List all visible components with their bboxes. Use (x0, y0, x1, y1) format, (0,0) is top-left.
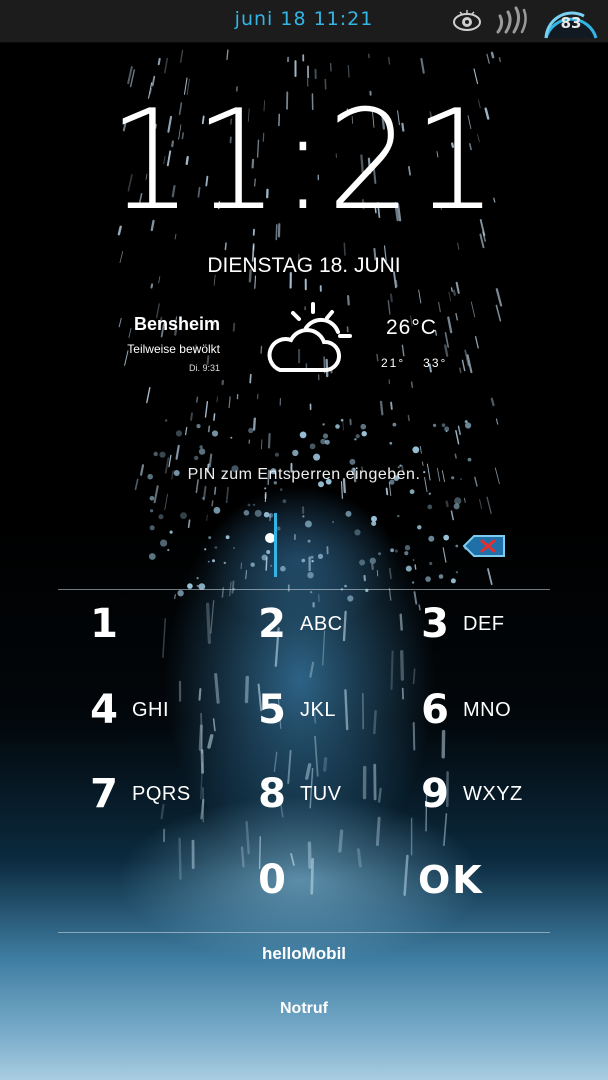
key-digit: 0 (258, 857, 286, 903)
carrier-name: helloMobil (261, 944, 347, 963)
weather-temp-high: 33° (423, 356, 448, 370)
key-digit: 8 (258, 771, 286, 817)
key-letters: GHI (132, 698, 170, 721)
signal-strength-icon (496, 6, 527, 34)
weather-updated-time: Di. 9:31 (188, 363, 220, 373)
pin-cursor (274, 513, 277, 577)
ok-button[interactable]: OK (418, 850, 484, 910)
emergency-call-button[interactable]: Notruf (244, 1000, 364, 1018)
key-digit: 1 (90, 601, 118, 647)
keypad-divider-top (58, 589, 550, 590)
pin-prompt: PIN zum Entsperren eingeben. (187, 466, 421, 483)
keypad-key-2[interactable]: 2 ABC (252, 594, 343, 654)
key-letters: WXYZ (463, 782, 523, 805)
keypad-key-0[interactable]: 0 (252, 850, 292, 910)
backspace-icon[interactable] (462, 533, 506, 559)
partly-cloudy-icon (267, 302, 352, 372)
weather-temperature: 26°C (386, 316, 437, 339)
keypad-key-3[interactable]: 3 DEF (415, 594, 505, 654)
lockscreen-date: DIENSTAG 18. JUNI (207, 254, 401, 277)
key-digit: 3 (421, 601, 449, 647)
weather-city: Bensheim (133, 314, 220, 334)
key-digit: 5 (258, 687, 286, 733)
keypad-key-8[interactable]: 8 TUV (252, 764, 342, 824)
keypad-key-1[interactable]: 1 (84, 594, 132, 654)
keypad-divider-bottom (58, 932, 550, 933)
keypad-key-9[interactable]: 9 WXYZ (415, 764, 523, 824)
ok-button-label: OK (418, 858, 484, 902)
key-letters: MNO (463, 698, 512, 721)
keypad-key-7[interactable]: 7 PQRS (84, 764, 191, 824)
keypad-key-5[interactable]: 5 JKL (252, 680, 336, 740)
eye-icon (453, 10, 481, 31)
key-digit: 7 (90, 771, 118, 817)
weather-condition: Teilweise bewölkt (127, 342, 220, 356)
key-letters: ABC (300, 612, 343, 635)
weather-temperature-range: 21° 33° (381, 356, 447, 370)
keypad-key-4[interactable]: 4 GHI (84, 680, 169, 740)
key-letters: DEF (463, 612, 505, 635)
key-digit: 9 (421, 771, 449, 817)
key-letters: PQRS (132, 782, 191, 805)
status-bar: juni 18 11:21 83 (0, 0, 608, 43)
key-digit: 4 (90, 687, 118, 733)
key-letters: JKL (300, 698, 336, 721)
key-digit: 6 (421, 687, 449, 733)
key-digit: 2 (258, 601, 286, 647)
weather-temp-low: 21° (381, 356, 406, 370)
key-letters: TUV (300, 782, 342, 805)
keypad-key-6[interactable]: 6 MNO (415, 680, 511, 740)
battery-level-text: 83 (560, 14, 582, 32)
lockscreen-clock: 11:21 (108, 80, 500, 241)
